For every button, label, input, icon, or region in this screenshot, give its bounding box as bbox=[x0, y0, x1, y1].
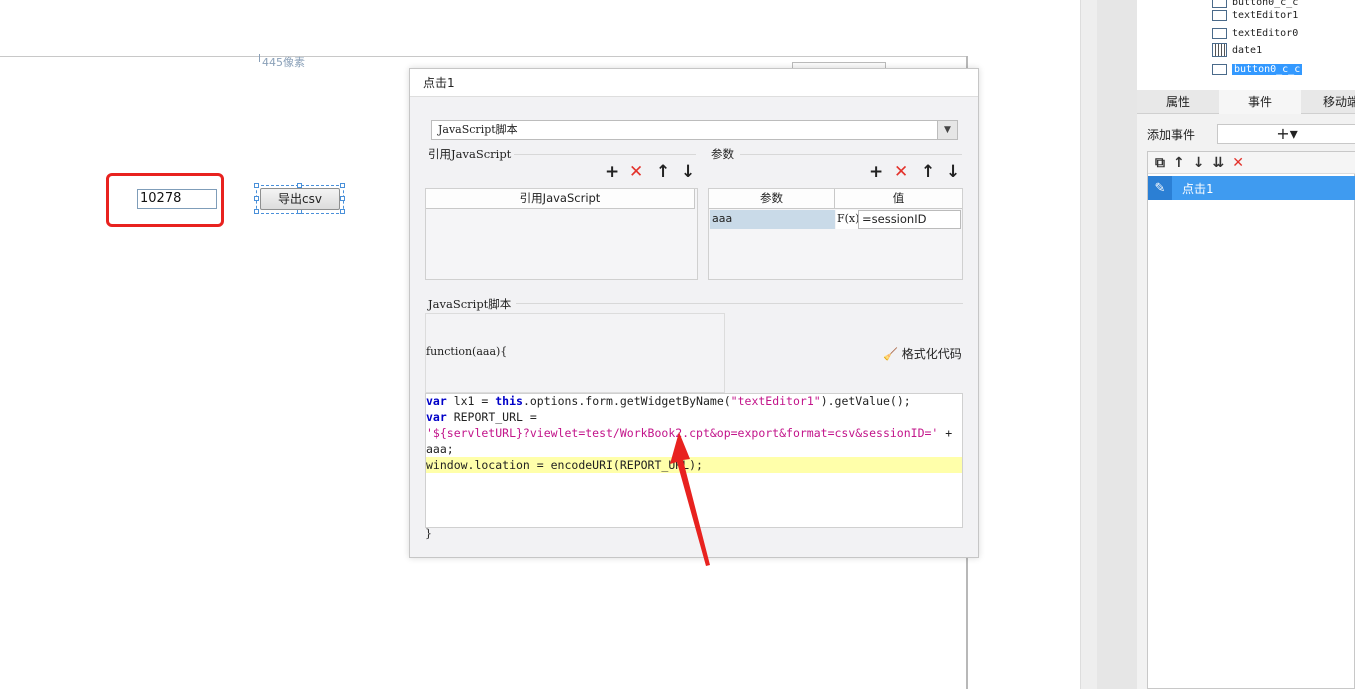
tree-item-date1[interactable]: date1 bbox=[1212, 42, 1262, 58]
group-divider bbox=[516, 303, 963, 304]
code-line: var REPORT_URL = bbox=[426, 410, 537, 424]
move-up-icon[interactable]: ↑ bbox=[656, 164, 670, 181]
format-code-label: 格式化代码 bbox=[901, 347, 962, 361]
side-gutter bbox=[1097, 0, 1137, 689]
group-divider bbox=[740, 154, 962, 155]
event-type-select[interactable]: JavaScript脚本 ▼ bbox=[431, 120, 958, 140]
calendar-icon bbox=[1212, 43, 1227, 57]
move-up-icon[interactable]: ↑ bbox=[1173, 155, 1185, 171]
param-name-cell[interactable]: aaa bbox=[710, 210, 835, 229]
add-icon[interactable]: + bbox=[869, 164, 883, 181]
delete-icon[interactable]: ✕ bbox=[629, 164, 643, 181]
function-signature: function(aaa){ bbox=[426, 345, 508, 358]
edit-pencil-icon[interactable]: ✎ bbox=[1148, 176, 1172, 200]
delete-icon[interactable]: ✕ bbox=[894, 164, 908, 181]
tree-item-label: textEditor0 bbox=[1232, 27, 1299, 39]
ruler-label: 445像素 bbox=[259, 54, 305, 70]
button-widget-icon bbox=[1212, 63, 1227, 75]
format-code-button[interactable]: 🧹 格式化代码 bbox=[883, 345, 962, 362]
resize-handle[interactable] bbox=[340, 183, 345, 188]
export-csv-button[interactable]: 导出csv bbox=[260, 188, 340, 210]
params-group-title: 参数 bbox=[711, 147, 734, 161]
number-input-widget[interactable]: 10278 bbox=[137, 189, 217, 209]
event-toolbar: ⧉ ↑ ↓ ⇊ ✕ bbox=[1148, 152, 1355, 174]
ref-js-table: 引用JavaScript bbox=[425, 188, 698, 280]
red-annotation-arrow bbox=[670, 432, 710, 566]
code-line: aaa; bbox=[426, 442, 454, 456]
tab-properties[interactable]: 属性 bbox=[1137, 90, 1219, 114]
formula-icon[interactable]: F(x) bbox=[836, 210, 859, 229]
tree-item-selected-button[interactable]: button0_c_c bbox=[1212, 61, 1303, 77]
add-event-label: 添加事件 bbox=[1147, 128, 1196, 142]
params-column-name: 参数 bbox=[709, 189, 835, 209]
params-table: 参数 值 aaa F(x) =sessionID bbox=[708, 188, 963, 280]
tree-item-label: date1 bbox=[1232, 44, 1263, 56]
chevron-down-icon[interactable]: ▼ bbox=[937, 121, 957, 139]
dialog-title: 点击1 bbox=[410, 69, 978, 97]
resize-handle[interactable] bbox=[340, 196, 345, 201]
ref-js-group-title: 引用JavaScript bbox=[428, 147, 512, 161]
event-list bbox=[1147, 151, 1355, 689]
group-divider bbox=[514, 154, 696, 155]
add-icon[interactable]: + bbox=[605, 164, 619, 181]
move-down-icon[interactable]: ↓ bbox=[681, 164, 695, 181]
script-group-title: JavaScript脚本 bbox=[428, 297, 512, 311]
panel-tab-bar: 属性 事件 移动端 bbox=[1137, 90, 1355, 114]
tree-item-label: textEditor1 bbox=[1232, 9, 1299, 21]
ref-js-column-header: 引用JavaScript bbox=[426, 189, 695, 209]
move-down-icon[interactable]: ↓ bbox=[946, 164, 960, 181]
move-down-icon[interactable]: ↓ bbox=[1193, 155, 1205, 171]
tab-mobile[interactable]: 移动端 bbox=[1301, 90, 1355, 114]
delete-icon[interactable]: ✕ bbox=[1232, 155, 1244, 171]
event-row[interactable]: ✎ 点击1 bbox=[1148, 176, 1355, 200]
params-column-value: 值 bbox=[835, 189, 962, 209]
canvas-top-border bbox=[0, 56, 968, 57]
resize-handle[interactable] bbox=[254, 209, 259, 214]
function-closing-brace: } bbox=[425, 527, 432, 540]
text-editor-icon bbox=[1212, 27, 1227, 39]
code-line: var lx1 = this.options.form.getWidgetByN… bbox=[426, 394, 911, 408]
resize-handle[interactable] bbox=[254, 183, 259, 188]
resize-handle[interactable] bbox=[254, 196, 259, 201]
tree-item-texteditor1[interactable]: textEditor1 bbox=[1212, 7, 1298, 23]
event-name: 点击1 bbox=[1182, 181, 1214, 196]
resize-handle[interactable] bbox=[340, 209, 345, 214]
event-type-value: JavaScript脚本 bbox=[438, 123, 518, 136]
tree-item-texteditor0[interactable]: textEditor0 bbox=[1212, 25, 1298, 41]
move-up-icon[interactable]: ↑ bbox=[921, 164, 935, 181]
move-bottom-icon[interactable]: ⇊ bbox=[1212, 155, 1224, 171]
broom-icon: 🧹 bbox=[883, 347, 898, 361]
text-editor-icon bbox=[1212, 9, 1227, 21]
copy-icon[interactable]: ⧉ bbox=[1155, 155, 1165, 171]
add-event-dropdown[interactable]: +▾ bbox=[1217, 124, 1355, 144]
param-value-cell[interactable]: =sessionID bbox=[858, 210, 961, 229]
tab-events[interactable]: 事件 bbox=[1219, 90, 1301, 114]
tree-item-label: button0_c_c bbox=[1232, 63, 1303, 75]
panel-divider bbox=[1080, 0, 1097, 689]
